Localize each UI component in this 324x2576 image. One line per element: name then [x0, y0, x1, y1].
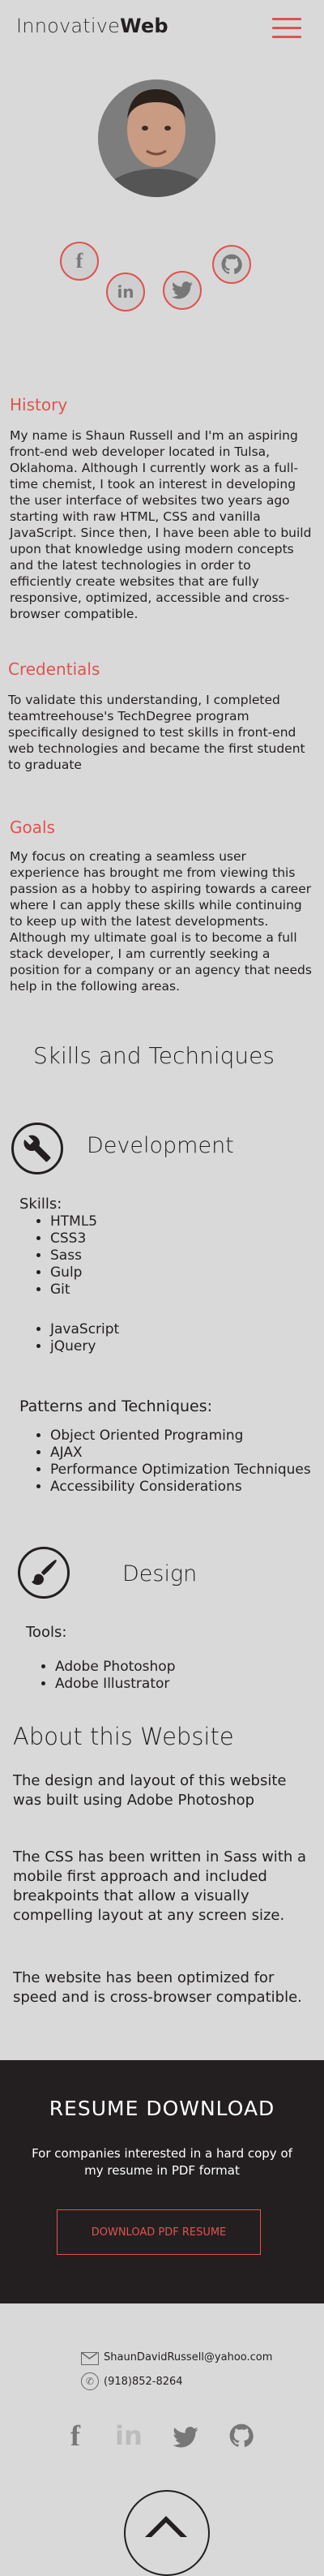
goals-text: My focus on creating a seamless user exp…	[10, 849, 312, 994]
skills-list: HTML5 CSS3 Sass Gulp Git	[36, 1213, 97, 1299]
about-p2: The CSS has been written in Sass with a …	[13, 1848, 307, 1924]
development-title: Development	[87, 1133, 234, 1158]
resume-title: RESUME DOWNLOAD	[49, 2097, 275, 2120]
credentials-heading: Credentials	[8, 659, 100, 679]
facebook-icon[interactable]: f	[70, 2419, 80, 2453]
facebook-link[interactable]: f	[60, 242, 99, 281]
list-item: HTML5	[50, 1213, 97, 1230]
list-item: Gulp	[50, 1264, 97, 1282]
download-resume-button[interactable]: DOWNLOAD PDF RESUME	[57, 2209, 261, 2255]
brand-light: Innovative	[16, 15, 121, 37]
resume-text: For companies interested in a hard copy …	[32, 2146, 292, 2178]
facebook-icon: f	[75, 249, 83, 273]
about-p3: The website has been optimized for speed…	[13, 1969, 302, 2006]
skills-list-2: JavaScript jQuery	[36, 1321, 119, 1355]
github-icon	[221, 254, 242, 275]
list-item: JavaScript	[50, 1321, 119, 1338]
skills-label: Skills:	[19, 1196, 62, 1213]
linkedin-icon: in	[117, 282, 134, 302]
list-item: Performance Optimization Techniques	[50, 1462, 311, 1479]
list-item: Object Oriented Programing	[50, 1428, 311, 1445]
goals-heading: Goals	[10, 818, 55, 837]
linkedin-icon[interactable]: in	[115, 2420, 143, 2451]
list-item: Adobe Photoshop	[55, 1659, 176, 1676]
github-icon[interactable]	[229, 2424, 254, 2451]
mail-icon	[81, 2352, 99, 2365]
brand-logo[interactable]: InnovativeWeb	[16, 15, 168, 37]
credentials-text: To validate this understanding, I comple…	[8, 693, 305, 772]
list-item: AJAX	[50, 1445, 311, 1462]
about-p1: The design and layout of this website wa…	[13, 1772, 287, 1809]
wrench-icon	[11, 1123, 63, 1174]
history-heading: History	[10, 395, 68, 414]
tools-label: Tools:	[26, 1624, 67, 1641]
patterns-list: Object Oriented Programing AJAX Performa…	[36, 1428, 311, 1496]
list-item: Sass	[50, 1247, 97, 1264]
list-item: jQuery	[50, 1338, 119, 1355]
phone-icon: ✆	[81, 2372, 99, 2390]
github-link[interactable]	[212, 245, 251, 284]
patterns-label: Patterns and Techniques:	[19, 1397, 213, 1415]
twitter-icon[interactable]	[173, 2427, 198, 2451]
avatar	[98, 79, 215, 197]
linkedin-link[interactable]: in	[106, 273, 145, 311]
tools-list: Adobe Photoshop Adobe Illustrator	[40, 1659, 176, 1693]
twitter-link[interactable]	[163, 271, 202, 310]
brand-bold: Web	[120, 15, 168, 37]
back-to-top-button[interactable]	[124, 2490, 210, 2576]
about-title: About this Website	[13, 1723, 234, 1750]
list-item: Accessibility Considerations	[50, 1479, 311, 1496]
list-item: Adobe Illustrator	[55, 1676, 176, 1693]
list-item: CSS3	[50, 1230, 97, 1247]
skills-title: Skills and Techniques	[33, 1042, 275, 1069]
twitter-icon	[172, 281, 193, 299]
brush-icon	[18, 1547, 70, 1599]
contact-phone[interactable]: (918)852-8264	[104, 2376, 183, 2388]
list-item: Git	[50, 1282, 97, 1299]
history-text: My name is Shaun Russell and I'm an aspi…	[10, 428, 312, 621]
design-title: Design	[122, 1561, 198, 1586]
menu-icon[interactable]	[272, 18, 301, 39]
contact-email[interactable]: ShaunDavidRussell@yahoo.com	[104, 2351, 272, 2363]
chevron-up-icon	[145, 2516, 187, 2537]
